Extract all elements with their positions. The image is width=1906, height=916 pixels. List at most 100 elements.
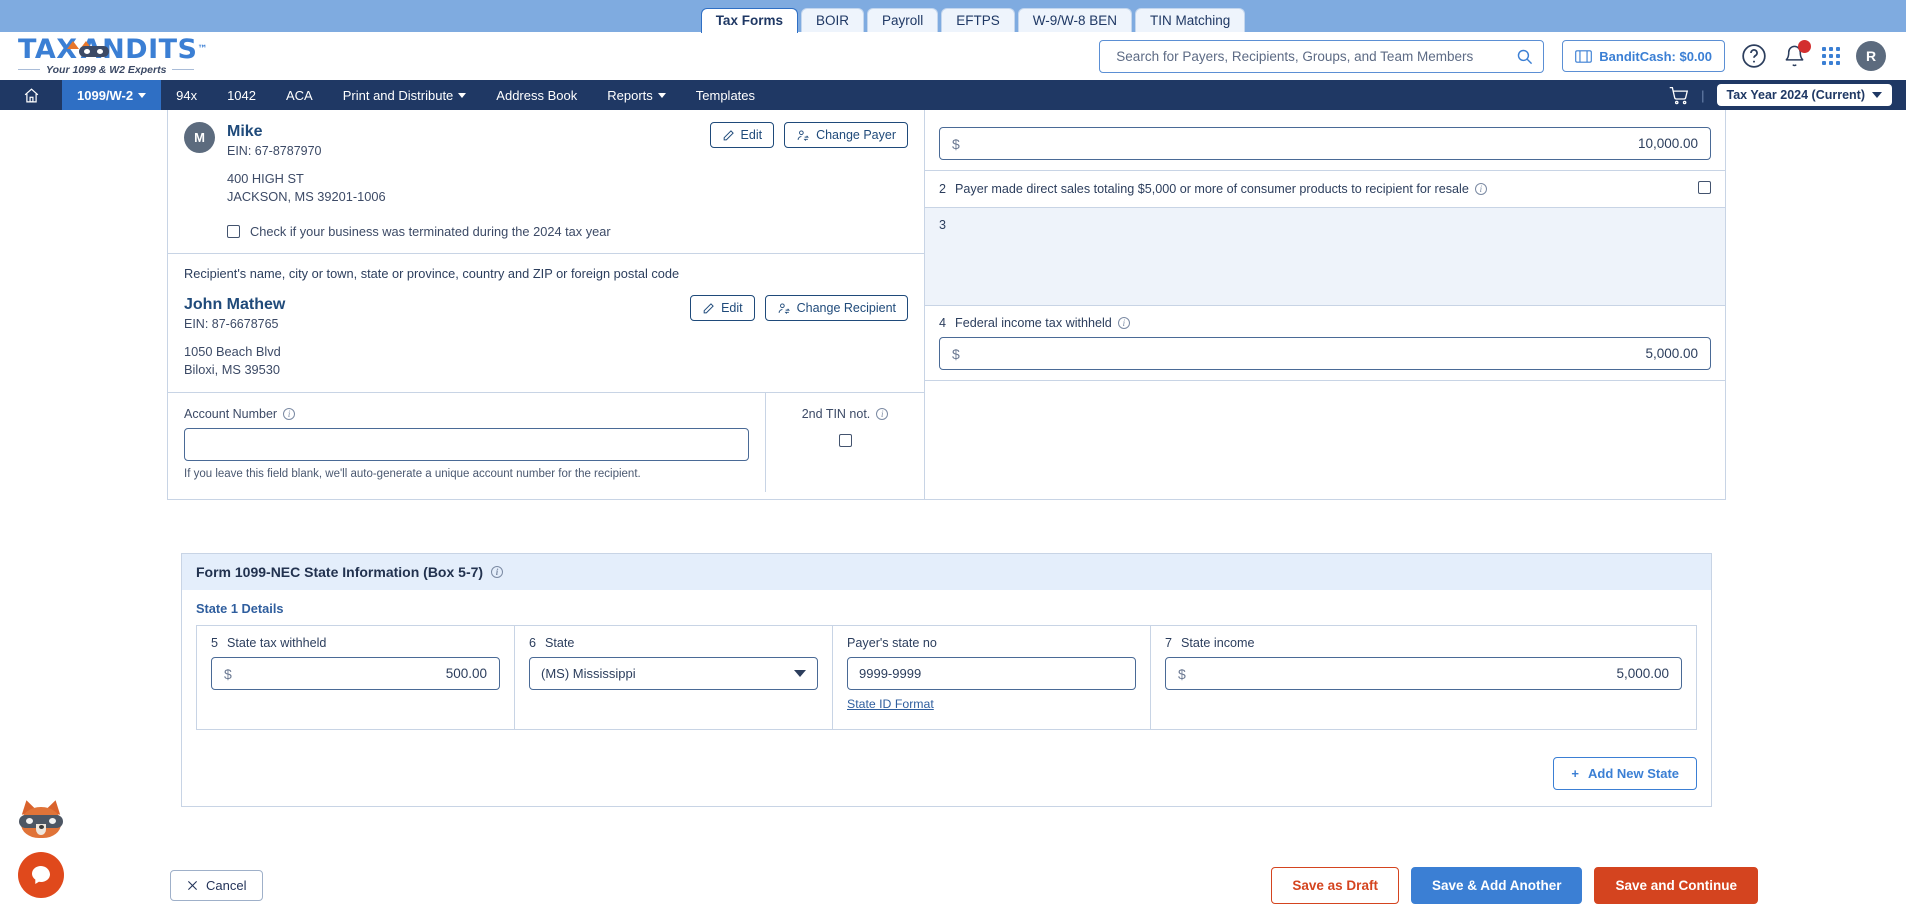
nav-item-reports[interactable]: Reports: [592, 80, 681, 110]
edit-recipient-button[interactable]: Edit: [690, 295, 755, 321]
info-icon[interactable]: i: [1474, 183, 1487, 195]
payers-state-no-input[interactable]: [847, 657, 1136, 690]
cart-icon[interactable]: [1668, 85, 1689, 106]
account-number-row: Account Number i If you leave this field…: [168, 393, 924, 492]
form-left-column: M Mike EIN: 67-8787970 Edit Change Payer…: [168, 110, 925, 499]
payer-ein: EIN: 67-8787970: [227, 144, 322, 158]
apps-button[interactable]: [1822, 47, 1840, 65]
box-3-reserved: 3: [925, 208, 1725, 306]
recipient-identity: John Mathew EIN: 87-6678765: [184, 295, 285, 331]
tab-payroll[interactable]: Payroll: [866, 8, 939, 33]
state-tax-withheld-label: State tax withheld: [227, 636, 327, 650]
nav-item-templates[interactable]: Templates: [681, 80, 770, 110]
add-new-state-button[interactable]: + Add New State: [1553, 757, 1697, 790]
tab-label: Payroll: [881, 13, 924, 28]
state-information-body: State 1 Details 5 State tax withheld $ 5…: [182, 590, 1711, 744]
state-1-details-label: State 1 Details: [196, 601, 284, 616]
currency-symbol: $: [952, 345, 960, 362]
state-dropdown[interactable]: (MS) Mississippi: [529, 657, 818, 690]
nav-item-1042[interactable]: 1042: [212, 80, 271, 110]
help-button[interactable]: [1741, 43, 1767, 69]
tab-tax-forms[interactable]: Tax Forms: [700, 8, 798, 33]
nav-item-print-and-distribute[interactable]: Print and Distribute: [328, 80, 482, 110]
tab-label: Tax Forms: [715, 13, 783, 28]
payers-state-no-cell: Payer's state no State ID Format: [833, 626, 1151, 729]
tab-boir[interactable]: BOIR: [800, 8, 864, 33]
logo-wordmark: TAX ANDITS ™: [18, 36, 208, 63]
recipient-name[interactable]: John Mathew: [184, 295, 285, 314]
box-1-amount-input[interactable]: $ 10,000.00: [939, 127, 1711, 160]
cancel-button[interactable]: Cancel: [170, 869, 264, 901]
business-terminated-checkbox[interactable]: [227, 225, 240, 238]
account-number-label-row: Account Number i: [184, 407, 749, 421]
tab-eftps[interactable]: EFTPS: [941, 8, 1015, 33]
search-input[interactable]: [1114, 47, 1517, 65]
main-navbar: 1099/W-2 94x 1042 ACA Print and Distribu…: [0, 80, 1906, 110]
info-icon[interactable]: i: [491, 566, 504, 578]
box-1-value: 10,000.00: [1637, 136, 1698, 151]
second-tin-label: 2nd TIN not.: [801, 407, 871, 421]
bandit-cash-button[interactable]: BanditCash: $0.00: [1562, 40, 1725, 72]
business-terminated-row[interactable]: Check if your business was terminated du…: [227, 224, 908, 239]
second-tin-checkbox[interactable]: [838, 434, 852, 447]
box-2-checkbox[interactable]: [1698, 181, 1711, 194]
recipient-ein: EIN: 87-6678765: [184, 317, 279, 331]
payers-state-no-label: Payer's state no: [847, 636, 937, 650]
tagline-rule-left: [18, 68, 40, 71]
second-tin-label-row: 2nd TIN not. i: [782, 407, 908, 421]
account-number-hint: If you leave this field blank, we'll aut…: [184, 468, 641, 480]
user-avatar[interactable]: R: [1856, 41, 1886, 71]
state-income-input[interactable]: $ 5,000.00: [1165, 657, 1682, 690]
payer-address-line2: JACKSON, MS 39201-1006: [227, 188, 386, 204]
info-icon[interactable]: i: [1117, 317, 1130, 329]
nav-item-1099-w2[interactable]: 1099/W-2: [62, 80, 162, 110]
recipient-address-line1: 1050 Beach Blvd: [184, 344, 281, 359]
taxbandits-logo[interactable]: TAX ANDITS ™ Your 1099 & W2 Experts: [18, 36, 208, 76]
currency-symbol: $: [224, 665, 232, 682]
change-recipient-button[interactable]: Change Recipient: [764, 295, 908, 321]
payer-address-line1: 400 HIGH ST: [227, 171, 304, 186]
bandit-mask-icon: [66, 41, 109, 58]
chat-launcher-button[interactable]: [18, 852, 64, 898]
box-2-label: Payer made direct sales totaling $5,000 …: [955, 182, 1469, 196]
nav-item-address-book[interactable]: Address Book: [481, 80, 592, 110]
box-2-label-row: 2 Payer made direct sales totaling $5,00…: [939, 181, 1711, 197]
state-information-header: Form 1099-NEC State Information (Box 5-7…: [182, 554, 1711, 590]
notifications-button[interactable]: [1783, 40, 1811, 68]
nav-item-home[interactable]: [0, 80, 62, 110]
box-2-checkbox-wrap: [1698, 181, 1711, 197]
save-and-add-another-button[interactable]: Save & Add Another: [1410, 866, 1583, 904]
account-number-cell: Account Number i If you leave this field…: [168, 393, 766, 492]
edit-recipient-label: Edit: [721, 301, 743, 315]
info-icon[interactable]: i: [876, 408, 889, 420]
save-as-draft-button[interactable]: Save as Draft: [1271, 866, 1399, 904]
edit-payer-button[interactable]: Edit: [709, 122, 775, 148]
help-circle-icon[interactable]: [1741, 43, 1767, 69]
browser-tab-strip: Tax Forms BOIR Payroll EFTPS W-9/W-8 BEN…: [0, 0, 1906, 33]
payer-name[interactable]: Mike: [227, 122, 322, 141]
account-number-input[interactable]: [184, 428, 749, 461]
change-recipient-label: Change Recipient: [796, 301, 896, 315]
change-payer-button[interactable]: Change Payer: [784, 122, 908, 148]
save-and-continue-button[interactable]: Save and Continue: [1594, 866, 1758, 904]
grid-apps-icon[interactable]: [1822, 47, 1840, 65]
state-1-fields-grid: 5 State tax withheld $ 500.00 6 State (M…: [196, 625, 1697, 730]
chevron-down-icon: [138, 92, 147, 98]
avatar-initial: R: [1865, 48, 1877, 64]
nav-item-94x[interactable]: 94x: [161, 80, 212, 110]
nav-item-aca[interactable]: ACA: [271, 80, 328, 110]
box-4-amount-input[interactable]: $ 5,000.00: [939, 337, 1711, 370]
state-label-row: 6 State: [529, 636, 818, 650]
state-tax-withheld-input[interactable]: $ 500.00: [211, 657, 500, 690]
tax-year-selector[interactable]: Tax Year 2024 (Current): [1716, 84, 1892, 106]
tab-w9-w8ben[interactable]: W-9/W-8 BEN: [1017, 8, 1133, 33]
tab-tin-matching[interactable]: TIN Matching: [1135, 8, 1246, 33]
info-icon[interactable]: i: [283, 408, 296, 420]
state-id-format-link[interactable]: State ID Format: [847, 697, 934, 711]
raccoon-mascot-icon: [18, 798, 64, 840]
search-icon[interactable]: [1516, 48, 1533, 65]
home-icon[interactable]: [23, 87, 40, 104]
state-card-footer: + Add New State: [182, 744, 1711, 806]
page-body: M Mike EIN: 67-8787970 Edit Change Payer…: [0, 110, 1906, 916]
global-search[interactable]: [1099, 39, 1545, 73]
